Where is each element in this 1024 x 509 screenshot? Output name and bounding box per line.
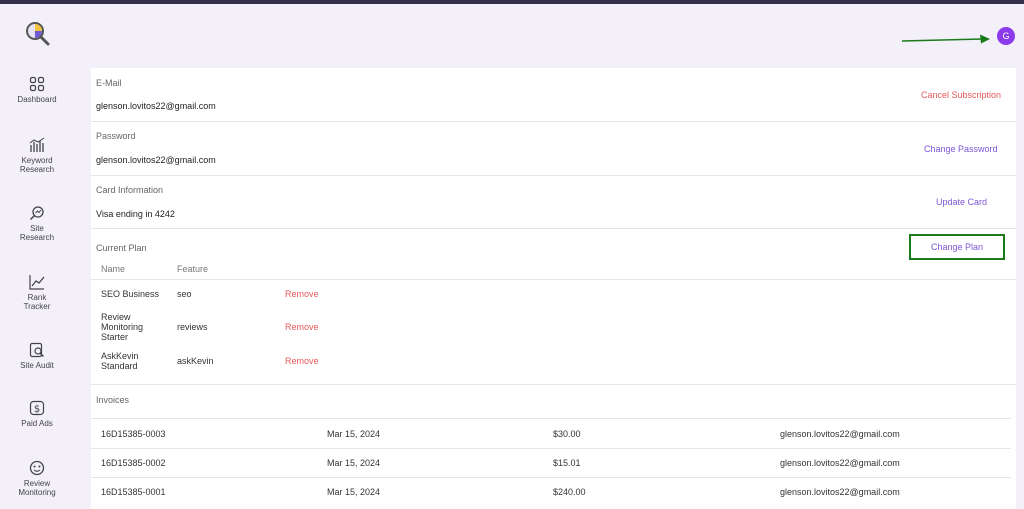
plan-feature: seo — [177, 289, 192, 299]
sidebar-item-label: Site Audit — [20, 361, 54, 370]
change-plan-button[interactable]: Change Plan — [909, 234, 1005, 260]
sidebar: Dashboard Keyword Research Site Research… — [0, 4, 74, 509]
invoice-amount: $240.00 — [553, 487, 586, 497]
sidebar-item-dashboard[interactable]: Dashboard — [0, 76, 74, 104]
top-bar — [0, 0, 1024, 4]
card-label: Card Information — [96, 185, 164, 195]
invoice-date: Mar 15, 2024 — [327, 458, 381, 468]
sidebar-item-review-monitoring[interactable]: Review Monitoring — [0, 460, 74, 497]
plan-name: AskKevin Standard — [101, 351, 139, 371]
plan-feature: askKevin — [177, 356, 214, 366]
invoice-email: glenson.lovitos22@gmail.com — [780, 487, 900, 497]
invoice-id: 16D15385-0001 — [101, 487, 166, 497]
sidebar-item-site-research[interactable]: Site Research — [0, 205, 74, 242]
sidebar-item-label: Rank Tracker — [23, 293, 51, 311]
trend-icon — [29, 275, 45, 290]
invoice-date: Mar 15, 2024 — [327, 487, 381, 497]
cancel-subscription-link[interactable]: Cancel Subscription — [921, 90, 1001, 100]
current-plan-label: Current Plan — [96, 243, 147, 253]
account-panel: E-Mail glenson.lovitos22@gmail.com Cance… — [91, 68, 1016, 509]
plan-feature: reviews — [177, 322, 208, 332]
update-card-link[interactable]: Update Card — [936, 197, 987, 207]
invoice-amount: $30.00 — [553, 429, 581, 439]
email-label: E-Mail — [96, 78, 122, 88]
password-row: Password glenson.lovitos22@gmail.com Cha… — [91, 122, 1016, 176]
sidebar-item-paid-ads[interactable]: $ Paid Ads — [0, 400, 74, 428]
divider — [91, 384, 1016, 385]
sidebar-item-rank-tracker[interactable]: Rank Tracker — [0, 274, 74, 311]
invoice-date: Mar 15, 2024 — [327, 429, 381, 439]
annotation-arrow-icon — [901, 34, 990, 44]
email-value: glenson.lovitos22@gmail.com — [96, 101, 216, 111]
sidebar-item-label: Site Research — [19, 224, 55, 242]
sidebar-item-label: Paid Ads — [21, 419, 53, 428]
password-label: Password — [96, 131, 136, 141]
svg-text:$: $ — [34, 404, 40, 415]
card-value: Visa ending in 4242 — [96, 209, 175, 219]
sidebar-item-label: Review Monitoring — [18, 479, 56, 497]
invoices-label: Invoices — [96, 395, 130, 405]
invoice-email: glenson.lovitos22@gmail.com — [780, 429, 900, 439]
password-value: glenson.lovitos22@gmail.com — [96, 155, 216, 165]
dashboard-icon — [29, 76, 45, 92]
audit-icon — [29, 342, 44, 358]
divider — [91, 279, 1016, 280]
smiley-icon — [29, 460, 45, 476]
invoice-amount: $15.01 — [553, 458, 581, 468]
plan-column-feature: Feature — [177, 264, 209, 274]
card-row: Card Information Visa ending in 4242 Upd… — [91, 176, 1016, 229]
sidebar-item-label: Dashboard — [17, 95, 57, 104]
remove-plan-button[interactable]: Remove — [285, 289, 319, 299]
logo-icon[interactable] — [24, 20, 52, 48]
plan-name: Review Monitoring Starter — [101, 312, 144, 342]
site-research-icon — [29, 206, 44, 221]
invoice-id: 16D15385-0003 — [101, 429, 166, 439]
dollar-icon: $ — [29, 400, 45, 416]
sidebar-item-site-audit[interactable]: Site Audit — [0, 342, 74, 370]
invoice-id: 16D15385-0002 — [101, 458, 166, 468]
sidebar-item-label: Keyword Research — [19, 156, 55, 174]
change-password-link[interactable]: Change Password — [924, 144, 998, 154]
divider — [91, 418, 1011, 419]
remove-plan-button[interactable]: Remove — [285, 322, 319, 332]
divider — [91, 477, 1011, 478]
bar-chart-icon — [29, 137, 45, 152]
invoice-email: glenson.lovitos22@gmail.com — [780, 458, 900, 468]
remove-plan-button[interactable]: Remove — [285, 356, 319, 366]
divider — [91, 448, 1011, 449]
email-row: E-Mail glenson.lovitos22@gmail.com Cance… — [91, 68, 1016, 122]
sidebar-item-keyword-research[interactable]: Keyword Research — [0, 137, 74, 174]
plan-column-name: Name — [101, 264, 126, 274]
user-avatar[interactable]: G — [997, 27, 1015, 45]
plan-name: SEO Business — [101, 289, 160, 299]
